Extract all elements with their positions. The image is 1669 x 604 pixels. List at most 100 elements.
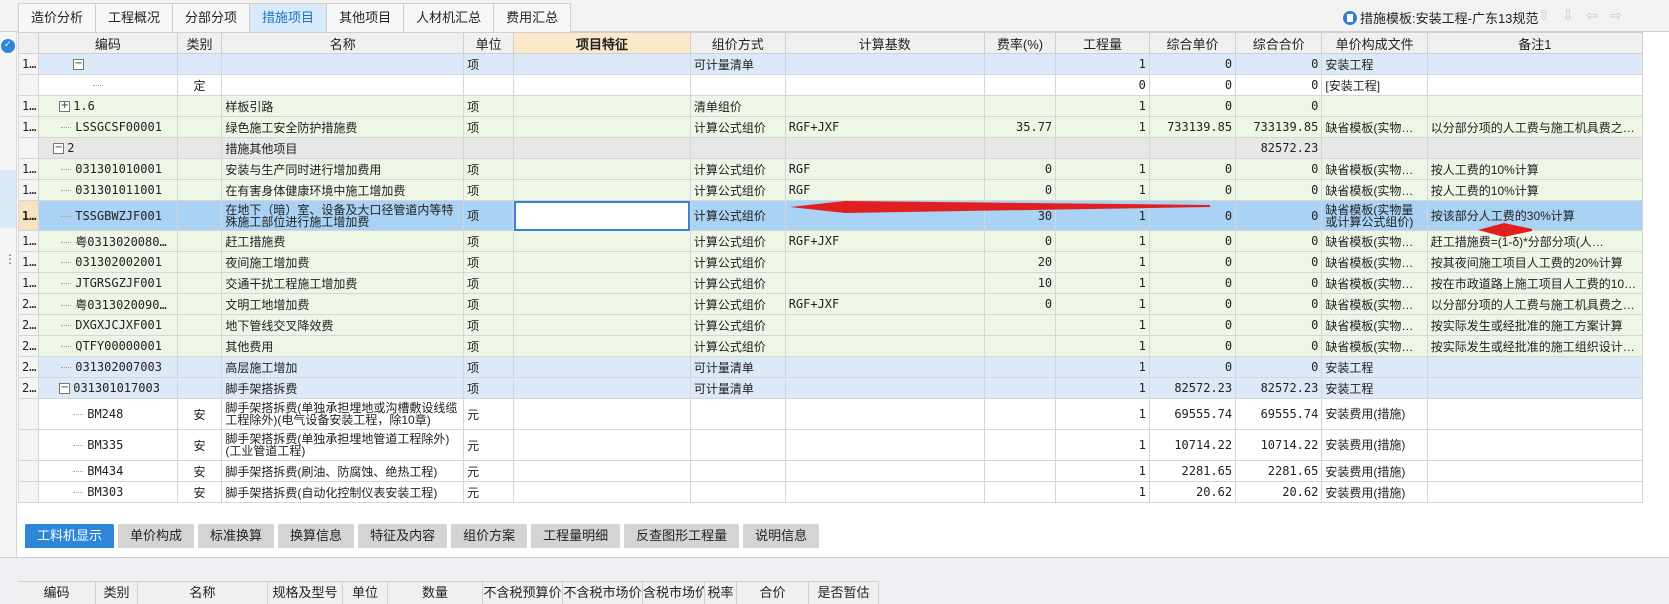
btab-labor-material[interactable]: 工料机显示	[25, 524, 115, 548]
cell-unit[interactable]: 项	[463, 53, 515, 75]
cell-features[interactable]	[513, 251, 691, 273]
cell-price-file[interactable]: 缺省模板(实物量或计算公式组价)	[1321, 200, 1428, 231]
cell-code[interactable]: 粤031302008001	[38, 230, 178, 252]
cell-code[interactable]: +1.6	[38, 95, 178, 117]
cell-calc-base[interactable]	[784, 272, 985, 294]
btab-standard-conversion[interactable]: 标准换算	[198, 524, 275, 548]
cell-rate[interactable]	[983, 429, 1057, 461]
btab-description[interactable]: 说明信息	[743, 524, 820, 548]
cell-note[interactable]: 以分部分项的人工费与施工机具费之…	[1426, 116, 1644, 138]
cell-total-price[interactable]: 0	[1235, 293, 1323, 315]
cell-features[interactable]	[513, 74, 691, 96]
cell-calc-base[interactable]	[784, 314, 985, 336]
cell-calc-base[interactable]	[784, 53, 985, 75]
cell-calc-base[interactable]	[784, 429, 985, 461]
cell-total-price[interactable]: 0	[1235, 74, 1323, 96]
col-calc-base[interactable]: 计算基数	[784, 32, 985, 54]
cell-rate[interactable]: 35.77	[983, 116, 1057, 138]
cell-features[interactable]	[513, 158, 691, 180]
cell-features[interactable]	[513, 460, 691, 482]
cell-price-file[interactable]: 安装费用(措施)	[1321, 481, 1428, 503]
cell-code[interactable]: DXGXJCJXF001	[38, 314, 178, 336]
cell-code[interactable]	[38, 74, 178, 96]
cell-quantity[interactable]: 1	[1055, 377, 1150, 399]
cell-note[interactable]: 赶工措施费=(1-δ)*分部分项(人…	[1426, 230, 1644, 252]
cell-note[interactable]	[1426, 377, 1644, 399]
col-code[interactable]: 编码	[38, 32, 178, 54]
cell-pricing-method[interactable]: 计算公式组价	[689, 200, 786, 231]
cell-unit-price[interactable]: 733139.85	[1148, 116, 1237, 138]
cell-pricing-method[interactable]: 计算公式组价	[689, 230, 786, 252]
cell-unit[interactable]: 项	[463, 356, 515, 378]
table-row[interactable]: 11 +1.6 样板引路项清单组价 1 0 0	[17, 95, 1644, 117]
cell-quantity[interactable]: 1	[1055, 53, 1150, 75]
cell-quantity[interactable]: 1	[1055, 200, 1150, 231]
cell-category[interactable]	[176, 53, 223, 75]
cell-features[interactable]	[513, 179, 691, 201]
cell-unit[interactable]: 项	[463, 272, 515, 294]
cell-unit-price[interactable]: 2281.65	[1148, 460, 1237, 482]
tab-project-overview[interactable]: 工程概况	[95, 3, 174, 32]
row-number[interactable]: 21	[17, 314, 40, 336]
row-number[interactable]	[17, 74, 40, 96]
cell-code[interactable]: 031301010001	[38, 158, 178, 180]
cell-quantity[interactable]: 1	[1055, 293, 1150, 315]
cell-total-price[interactable]: 0	[1235, 251, 1323, 273]
cell-unit-price[interactable]: 20.62	[1148, 481, 1237, 503]
cell-rate[interactable]	[983, 314, 1057, 336]
cell-quantity[interactable]: 1	[1055, 460, 1150, 482]
cell-calc-base[interactable]	[784, 137, 985, 159]
cell-note[interactable]	[1426, 460, 1644, 482]
cell-unit[interactable]: 项	[463, 158, 515, 180]
cell-quantity[interactable]: 1	[1055, 251, 1150, 273]
table-row[interactable]: 14 031301010001 安装与生产同时进行增加费用项计算公式组价 RGF 0 1 0…	[17, 158, 1644, 180]
cell-quantity[interactable]: 1	[1055, 481, 1150, 503]
cell-category[interactable]	[176, 272, 223, 294]
cell-price-file[interactable]: 缺省模板(实物…	[1321, 251, 1428, 273]
cell-rate[interactable]	[983, 335, 1057, 357]
table-row[interactable]: 23 031302007003 高层施工增加项可计量清单 1 0 0 安装工程	[17, 356, 1644, 378]
cell-category[interactable]	[176, 293, 223, 315]
cell-features[interactable]	[513, 53, 691, 75]
cell-pricing-method[interactable]: 计算公式组价	[689, 179, 786, 201]
cell-unit[interactable]: 项	[463, 314, 515, 336]
cell-note[interactable]: 按人工费的10%计算	[1426, 179, 1644, 201]
col-features[interactable]: 项目特征	[513, 32, 691, 54]
cell-category[interactable]	[176, 230, 223, 252]
cell-price-file[interactable]: 安装费用(措施)	[1321, 460, 1428, 482]
cell-name[interactable]: 样板引路	[221, 95, 465, 117]
cell-price-file[interactable]: 缺省模板(实物…	[1321, 293, 1428, 315]
btab-quantity-detail[interactable]: 工程量明细	[531, 524, 621, 548]
cell-calc-base[interactable]	[784, 377, 985, 399]
cell-code[interactable]: −031301017003	[38, 377, 178, 399]
bcol-spec[interactable]: 规格及型号	[268, 582, 343, 604]
cell-rate[interactable]: 10	[983, 272, 1057, 294]
cell-note[interactable]	[1426, 137, 1644, 159]
cell-code[interactable]: 031302002001	[38, 251, 178, 273]
col-total-price[interactable]: 综合合价	[1235, 32, 1323, 54]
cell-price-file[interactable]: 安装工程	[1321, 377, 1428, 399]
cell-total-price[interactable]: 69555.74	[1235, 398, 1323, 430]
tab-cost-analysis[interactable]: 造价分析	[18, 3, 97, 32]
cell-price-file[interactable]: 缺省模板(实物…	[1321, 272, 1428, 294]
cell-features[interactable]	[513, 230, 691, 252]
row-number[interactable]: 24	[17, 377, 40, 399]
cell-code[interactable]: BM335	[38, 429, 178, 461]
bcol-provisional[interactable]: 是否暂估	[809, 582, 879, 604]
col-quantity[interactable]: 工程量	[1055, 32, 1150, 54]
cell-pricing-method[interactable]: 计算公式组价	[689, 335, 786, 357]
col-price-file[interactable]: 单价构成文件	[1321, 32, 1428, 54]
cell-pricing-method[interactable]	[689, 74, 786, 96]
cell-note[interactable]: 按实际发生或经批准的施工组织设计…	[1426, 335, 1644, 357]
cell-price-file[interactable]	[1321, 95, 1428, 117]
cell-unit[interactable]: 元	[463, 398, 515, 430]
move-down-icon[interactable]: ⇩	[1560, 7, 1576, 23]
table-row[interactable]: 20 粤031302009001 文明工地增加费项计算公式组价 RGF+JXF 0 1 0 0…	[17, 293, 1644, 315]
cell-price-file[interactable]: 安装工程	[1321, 53, 1428, 75]
table-row[interactable]: 定 0 0 0 [安装工程]	[17, 74, 1644, 96]
cell-category[interactable]: 定	[176, 74, 223, 96]
cell-quantity[interactable]: 1	[1055, 95, 1150, 117]
cell-code[interactable]: BM248	[38, 398, 178, 430]
row-number[interactable]: 16	[17, 200, 40, 231]
cell-pricing-method[interactable]: 计算公式组价	[689, 293, 786, 315]
